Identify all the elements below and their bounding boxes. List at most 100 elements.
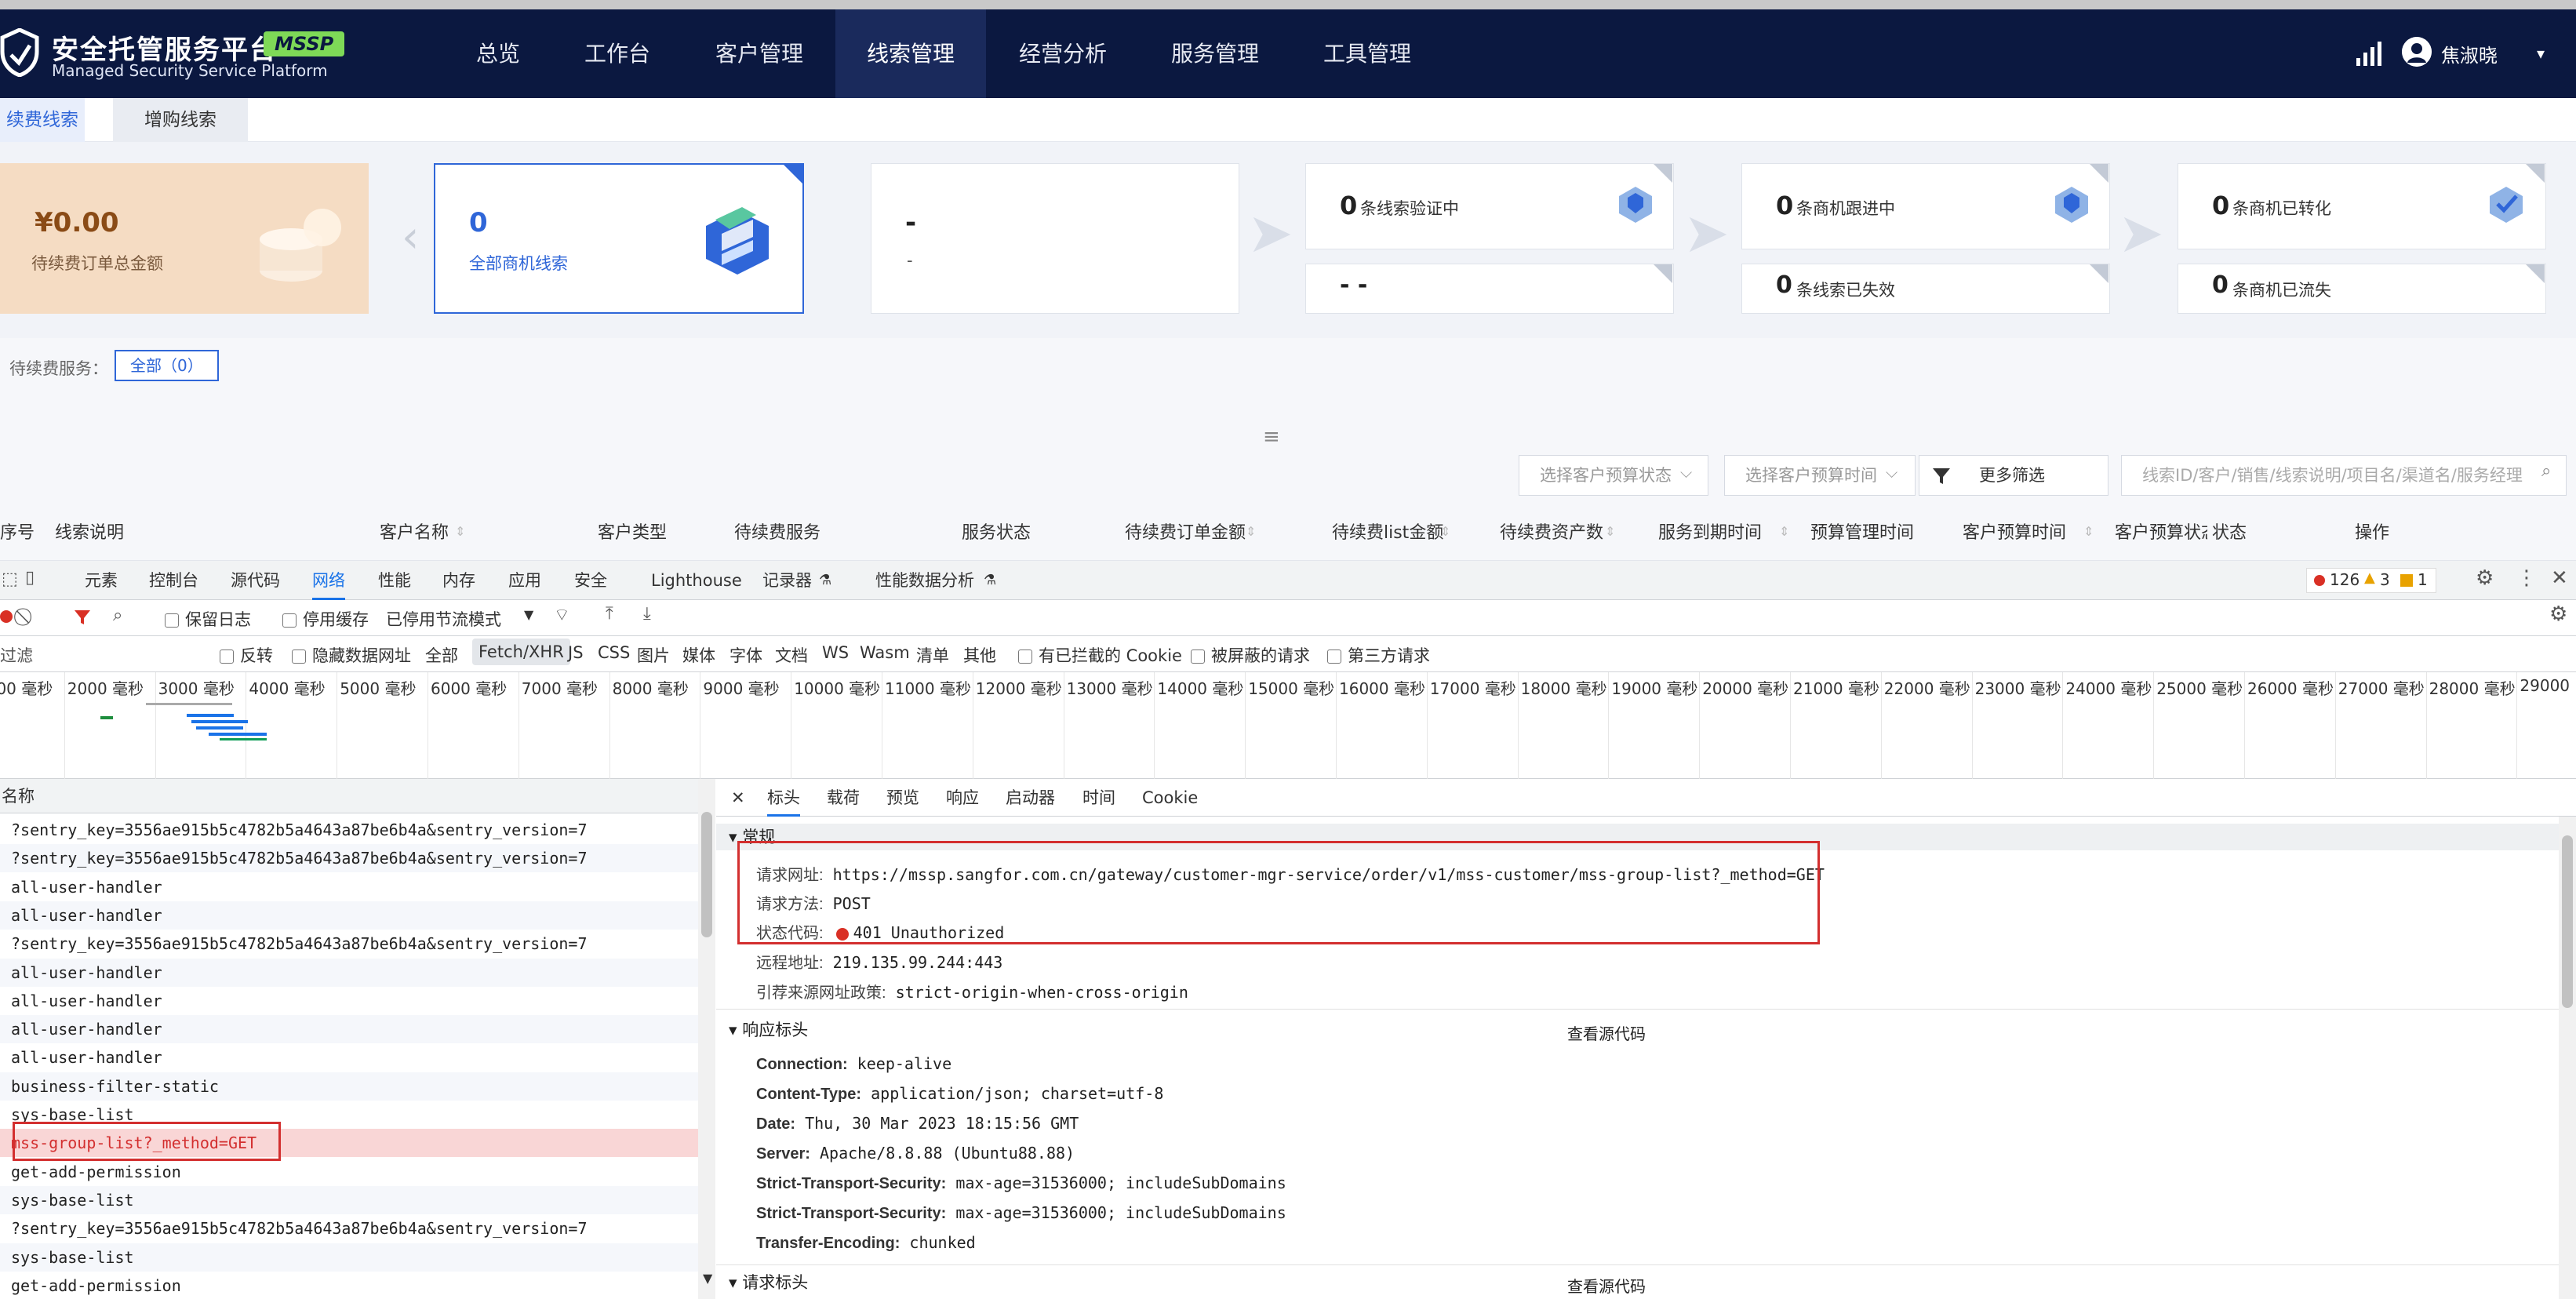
th-budget-time[interactable]: 客户预算时间 (1963, 506, 2066, 561)
gear-icon[interactable]: ⚙ (2549, 602, 2567, 626)
user-name[interactable]: 焦淑晓 (2441, 40, 2498, 67)
sort-icon[interactable]: ⇕ (1605, 524, 1615, 539)
devtools-tab-network[interactable]: 网络 (312, 561, 345, 600)
devtools-tab-console[interactable]: 控制台 (149, 561, 198, 600)
download-icon[interactable]: ⤓ (643, 604, 651, 624)
sort-icon[interactable]: ⇕ (1246, 524, 1256, 539)
type-js[interactable]: JS (568, 643, 584, 662)
nav-lead-mgmt[interactable]: 线索管理 (835, 9, 986, 98)
upload-icon[interactable]: ⤒ (606, 604, 613, 624)
devtools-tab-lighthouse[interactable]: Lighthouse (651, 561, 742, 600)
inspect-icon[interactable]: ⬚ (2, 569, 18, 589)
avatar[interactable] (2402, 37, 2432, 67)
sort-icon[interactable]: ⇕ (1779, 524, 1789, 539)
preserve-log-checkbox[interactable]: 保留日志 (165, 607, 251, 631)
request-row[interactable]: all-user-handler (0, 1043, 698, 1072)
type-other[interactable]: 其他 (963, 643, 996, 667)
request-row[interactable]: get-add-permission (0, 1272, 698, 1299)
devtools-tab-sources[interactable]: 源代码 (231, 561, 280, 600)
tab-renewal-leads[interactable]: 续费线索 (0, 98, 85, 142)
search-icon[interactable]: ⌕ (2541, 461, 2551, 481)
third-party-checkbox[interactable]: 第三方请求 (1327, 643, 1430, 667)
request-row[interactable]: all-user-handler (0, 901, 698, 930)
nav-service-mgmt[interactable]: 服务管理 (1156, 9, 1274, 98)
devtools-tab-perf-insights[interactable]: 性能数据分析 (875, 561, 974, 600)
th-asset-count[interactable]: 待续费资产数 (1500, 506, 1603, 561)
sort-icon[interactable]: ⇕ (2083, 524, 2094, 539)
type-fetch-xhr[interactable]: Fetch/XHR (472, 639, 570, 665)
request-row[interactable]: ?sentry_key=3556ae915b5c4782b5a4643a87be… (0, 930, 698, 958)
filter-chip-all[interactable]: 全部（0） (115, 350, 219, 381)
request-list-header[interactable]: 名称 (0, 779, 698, 813)
nav-overview[interactable]: 总览 (447, 9, 549, 98)
devtools-tab-application[interactable]: 应用 (508, 561, 541, 600)
drag-handle-icon[interactable]: ≡ (1263, 425, 1280, 449)
scrollbar-thumb[interactable] (2562, 835, 2573, 1008)
detail-tab-timing[interactable]: 时间 (1082, 779, 1115, 817)
wifi-icon[interactable]: ⌔ (554, 604, 570, 626)
more-vert-icon[interactable]: ⋮ (2516, 566, 2537, 590)
detail-tab-payload[interactable]: 载荷 (827, 779, 860, 817)
close-detail-icon[interactable]: ✕ (731, 779, 745, 817)
type-wasm[interactable]: Wasm (860, 643, 910, 662)
devtools-tab-recorder[interactable]: 记录器 (762, 561, 812, 600)
type-manifest[interactable]: 清单 (916, 643, 949, 667)
sort-icon[interactable]: ⇕ (1440, 524, 1450, 539)
nav-customer-mgmt[interactable]: 客户管理 (700, 9, 818, 98)
view-source-link[interactable]: 查看源代码 (1567, 1021, 1646, 1044)
nav-workbench[interactable]: 工作台 (566, 9, 668, 98)
type-doc[interactable]: 文档 (775, 643, 808, 667)
scroll-down-icon[interactable]: ▼ (703, 1271, 712, 1286)
request-row[interactable]: sys-base-list (0, 1243, 698, 1272)
devtools-tab-performance[interactable]: 性能 (378, 561, 411, 600)
th-order-amount[interactable]: 待续费订单金额 (1125, 506, 1246, 561)
request-row[interactable]: ?sentry_key=3556ae915b5c4782b5a4643a87be… (0, 1214, 698, 1243)
throttle-select[interactable]: 已停用节流模式 (386, 607, 501, 631)
record-icon[interactable] (0, 610, 13, 623)
detail-tab-cookies[interactable]: Cookie (1142, 779, 1198, 817)
request-row[interactable]: ?sentry_key=3556ae915b5c4782b5a4643a87be… (0, 844, 698, 873)
request-row[interactable]: business-filter-static (0, 1072, 698, 1101)
type-css[interactable]: CSS (598, 643, 630, 662)
sort-icon[interactable]: ⇕ (455, 524, 465, 539)
nav-tool-mgmt[interactable]: 工具管理 (1308, 9, 1426, 98)
type-font[interactable]: 字体 (730, 643, 762, 667)
filter-input[interactable]: 过滤 (0, 643, 207, 667)
detail-tab-response[interactable]: 响应 (946, 779, 979, 817)
blocked-cookies-checkbox[interactable]: 有已拦截的 Cookie (1018, 643, 1182, 667)
search-icon[interactable]: ⌕ (113, 606, 122, 625)
request-row[interactable]: sys-base-list (0, 1185, 698, 1214)
disable-cache-checkbox[interactable]: 停用缓存 (282, 607, 369, 631)
detail-tab-initiator[interactable]: 启动器 (1006, 779, 1055, 817)
request-row[interactable]: get-add-permission (0, 1158, 698, 1186)
type-all[interactable]: 全部 (425, 643, 458, 667)
request-row[interactable]: ?sentry_key=3556ae915b5c4782b5a4643a87be… (0, 816, 698, 844)
th-customer-name[interactable]: 客户名称 (380, 506, 449, 561)
close-icon[interactable]: ✕ (2551, 566, 2568, 590)
th-expire-time[interactable]: 服务到期时间 (1658, 506, 1762, 561)
signal-icon[interactable] (2355, 41, 2381, 66)
gear-icon[interactable]: ⚙ (2476, 566, 2494, 590)
chevron-down-icon[interactable]: ▾ (2537, 44, 2545, 63)
device-toggle-icon[interactable]: ▯ (25, 568, 35, 588)
type-ws[interactable]: WS (822, 643, 849, 662)
type-media[interactable]: 媒体 (682, 643, 715, 667)
filter-icon[interactable] (74, 609, 91, 626)
request-row[interactable]: all-user-handler (0, 873, 698, 901)
type-img[interactable]: 图片 (637, 643, 670, 667)
tab-upsell-leads[interactable]: 增购线索 (113, 98, 248, 142)
invert-checkbox[interactable]: 反转 (220, 643, 273, 667)
search-input[interactable]: 线索ID/客户/销售/线索说明/项目名/渠道名/服务经理 (2121, 455, 2567, 496)
nav-business-analysis[interactable]: 经营分析 (1004, 9, 1122, 98)
detail-tab-preview[interactable]: 预览 (886, 779, 919, 817)
hide-data-urls-checkbox[interactable]: 隐藏数据网址 (292, 643, 411, 667)
devtools-tab-security[interactable]: 安全 (574, 561, 607, 600)
blocked-requests-checkbox[interactable]: 被屏蔽的请求 (1191, 643, 1310, 667)
scrollbar-thumb[interactable] (701, 812, 712, 937)
view-source-link[interactable]: 查看源代码 (1567, 1274, 1646, 1297)
devtools-tab-elements[interactable]: 元素 (85, 561, 118, 600)
request-row[interactable]: all-user-handler (0, 1015, 698, 1044)
th-list-amount[interactable]: 待续费list金额 (1332, 506, 1443, 561)
devtools-tab-memory[interactable]: 内存 (442, 561, 475, 600)
request-row[interactable]: all-user-handler (0, 958, 698, 987)
